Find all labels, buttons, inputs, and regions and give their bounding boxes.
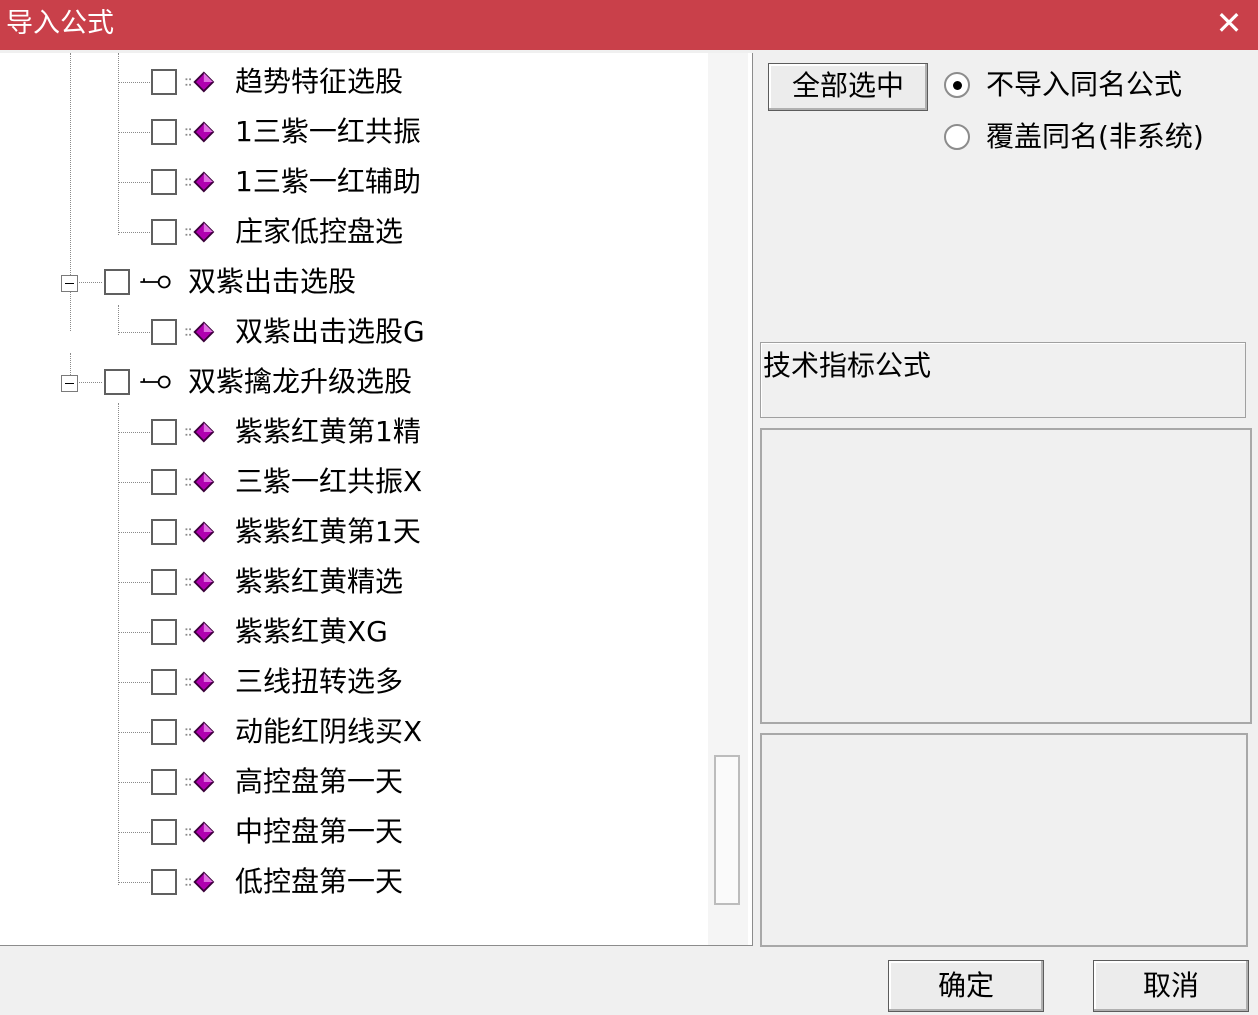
item-checkbox[interactable]: [151, 69, 177, 95]
formula-diamond-icon: [185, 821, 215, 843]
tree-item-label: 双紫擒龙升级选股: [188, 365, 413, 398]
formula-diamond-icon: [185, 321, 215, 343]
item-checkbox[interactable]: [151, 119, 177, 145]
radio-no-import-button[interactable]: [944, 72, 970, 98]
tree-item-row[interactable]: 中控盘第一天: [0, 809, 700, 855]
item-checkbox[interactable]: [151, 819, 177, 845]
formula-diamond-icon: [185, 421, 215, 443]
formula-diamond-icon: [185, 171, 215, 193]
tree-item-label: 趋势特征选股: [235, 65, 404, 98]
collapse-toggle-icon[interactable]: [61, 375, 78, 392]
formula-diamond-icon: [185, 571, 215, 593]
radio-no-import-label: 不导入同名公式: [986, 68, 1183, 101]
tree-item-label: 三紫一红共振X: [235, 465, 423, 498]
tree-item-label: 紫紫红黄XG: [235, 615, 388, 648]
formula-diamond-icon: [185, 471, 215, 493]
item-checkbox[interactable]: [151, 419, 177, 445]
tree-item-label: 庄家低控盘选: [235, 215, 404, 248]
tree-item-row[interactable]: 1三紫一红共振: [0, 109, 700, 155]
item-checkbox[interactable]: [104, 269, 130, 295]
formula-diamond-icon: [185, 771, 215, 793]
formula-diamond-icon: [185, 671, 215, 693]
close-icon[interactable]: ✕: [1212, 4, 1246, 42]
item-checkbox[interactable]: [151, 519, 177, 545]
item-checkbox[interactable]: [151, 769, 177, 795]
formula-tree[interactable]: 趋势特征选股 1三紫一红共振 1三紫一红辅助 庄家低控盘选双紫出击选股双紫出击选股G 双…: [0, 53, 753, 946]
formula-diamond-icon: [185, 71, 215, 93]
tree-item-row[interactable]: 庄家低控盘选: [0, 209, 700, 255]
item-checkbox[interactable]: [151, 869, 177, 895]
cancel-button[interactable]: 取消: [1093, 960, 1249, 1012]
tree-item-row[interactable]: 高控盘第一天: [0, 759, 700, 805]
formula-diamond-icon: [185, 621, 215, 643]
collapse-toggle-icon[interactable]: [61, 275, 78, 292]
item-checkbox[interactable]: [151, 719, 177, 745]
tree-item-label: 1三紫一红辅助: [235, 165, 421, 198]
item-checkbox[interactable]: [151, 219, 177, 245]
formula-diamond-icon: [185, 221, 215, 243]
tree-item-label: 紫紫红黄精选: [235, 565, 404, 598]
tree-item-label: 1三紫一红共振: [235, 115, 421, 148]
tree-item-label: 中控盘第一天: [235, 815, 404, 848]
tree-item-row[interactable]: 紫紫红黄XG: [0, 609, 700, 655]
tree-item-label: 动能红阴线买X: [235, 715, 423, 748]
formula-diamond-icon: [185, 521, 215, 543]
item-checkbox[interactable]: [151, 169, 177, 195]
item-checkbox[interactable]: [151, 319, 177, 345]
tree-group-row[interactable]: 双紫出击选股: [0, 259, 700, 305]
tree-item-row[interactable]: 紫紫红黄第1精: [0, 409, 700, 455]
tree-item-label: 双紫出击选股G: [235, 315, 425, 348]
scrollbar-thumb[interactable]: [714, 755, 740, 905]
tree-item-row[interactable]: 1三紫一红辅助: [0, 159, 700, 205]
tree-item-label: 高控盘第一天: [235, 765, 404, 798]
tree-group-row[interactable]: 双紫擒龙升级选股: [0, 359, 700, 405]
formula-diamond-icon: [185, 721, 215, 743]
tree-item-label: 紫紫红黄第1精: [235, 415, 421, 448]
tree-item-row[interactable]: 低控盘第一天: [0, 859, 700, 905]
item-checkbox[interactable]: [151, 569, 177, 595]
tree-item-label: 双紫出击选股: [188, 265, 357, 298]
formula-diamond-icon: [185, 871, 215, 893]
formula-diamond-icon: [185, 121, 215, 143]
radio-no-import[interactable]: 不导入同名公式: [944, 66, 1244, 106]
key-icon: [140, 275, 171, 289]
tree-item-row[interactable]: 动能红阴线买X: [0, 709, 700, 755]
tree-item-row[interactable]: 紫紫红黄精选: [0, 559, 700, 605]
tree-item-row[interactable]: 紫紫红黄第1天: [0, 509, 700, 555]
select-all-button[interactable]: 全部选中: [768, 63, 928, 111]
tree-item-row[interactable]: 三紫一红共振X: [0, 459, 700, 505]
radio-overwrite-label: 覆盖同名(非系统): [986, 120, 1204, 153]
item-checkbox[interactable]: [151, 619, 177, 645]
tree-item-row[interactable]: 双紫出击选股G: [0, 309, 700, 355]
item-checkbox[interactable]: [151, 469, 177, 495]
radio-overwrite-button[interactable]: [944, 124, 970, 150]
tree-item-label: 低控盘第一天: [235, 865, 404, 898]
tree-item-label: 三线扭转选多: [235, 665, 404, 698]
key-icon: [140, 375, 171, 389]
tree-item-label: 紫紫红黄第1天: [235, 515, 421, 548]
ok-button[interactable]: 确定: [888, 960, 1044, 1012]
formula-type-label: 技术指标公式: [763, 349, 932, 382]
window-title: 导入公式: [6, 8, 114, 39]
parameter-box: [760, 733, 1248, 947]
title-bar: 导入公式 ✕: [0, 0, 1258, 50]
description-box: [760, 428, 1252, 724]
radio-overwrite[interactable]: 覆盖同名(非系统): [944, 118, 1244, 158]
item-checkbox[interactable]: [104, 369, 130, 395]
tree-scrollbar[interactable]: [708, 53, 748, 945]
item-checkbox[interactable]: [151, 669, 177, 695]
tree-item-row[interactable]: 三线扭转选多: [0, 659, 700, 705]
formula-type-group: 技术指标公式: [760, 342, 1246, 418]
tree-item-row[interactable]: 趋势特征选股: [0, 59, 700, 105]
